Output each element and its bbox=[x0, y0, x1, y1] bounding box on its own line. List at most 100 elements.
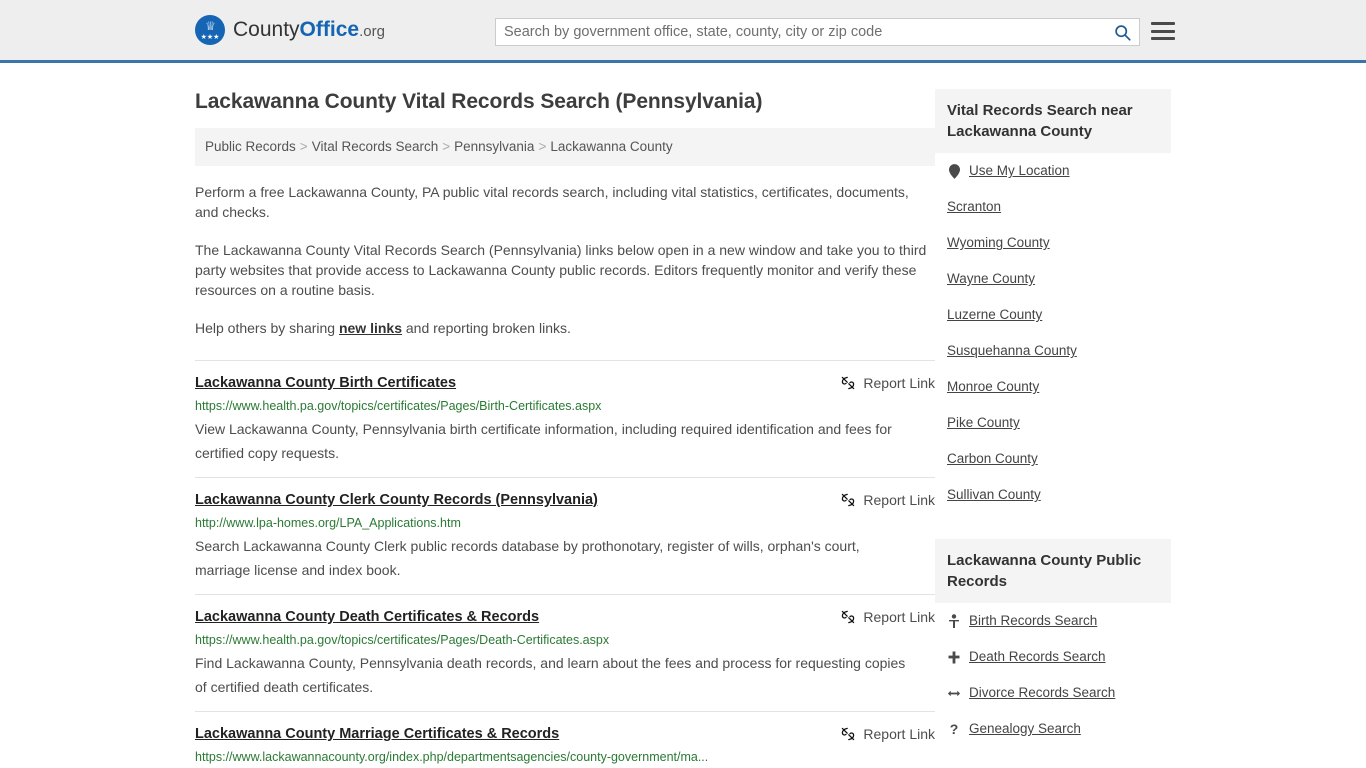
arrows-left-right-icon bbox=[947, 688, 961, 699]
report-link-label: Report Link bbox=[863, 609, 935, 625]
search-bar[interactable] bbox=[495, 18, 1140, 46]
county-office-seal-icon: ♕ ★★★ bbox=[195, 15, 225, 45]
sidebar-item-birth-records-search[interactable]: Birth Records Search bbox=[935, 603, 1171, 639]
sidebar-link-wayne-county[interactable]: Wayne County bbox=[947, 270, 1035, 288]
intro-p3-before: Help others by sharing bbox=[195, 320, 339, 336]
broken-link-icon bbox=[842, 610, 855, 624]
breadcrumb-item-0[interactable]: Public Records bbox=[205, 139, 296, 154]
sidebar-link-death-records-search[interactable]: Death Records Search bbox=[969, 648, 1106, 666]
sidebar: Vital Records Search near Lackawanna Cou… bbox=[935, 63, 1171, 768]
sidebar-item-sullivan-county[interactable]: Sullivan County bbox=[935, 477, 1171, 513]
sidebar-link-carbon-county[interactable]: Carbon County bbox=[947, 450, 1038, 468]
sidebar-link-monroe-county[interactable]: Monroe County bbox=[947, 378, 1039, 396]
sidebar-item-divorce-records-search[interactable]: Divorce Records Search bbox=[935, 675, 1171, 711]
sidebar-list-nearby: Use My Location Scranton Wyoming County … bbox=[935, 153, 1171, 513]
breadcrumb-separator-1: > bbox=[442, 139, 451, 154]
result-item: Lackawanna County Death Certificates & R… bbox=[195, 594, 935, 711]
intro-section: Perform a free Lackawanna County, PA pub… bbox=[195, 182, 935, 338]
sidebar-link-birth-records-search[interactable]: Birth Records Search bbox=[969, 612, 1097, 630]
broken-link-icon bbox=[842, 727, 855, 741]
report-link-label: Report Link bbox=[863, 726, 935, 742]
result-url: https://www.lackawannacounty.org/index.p… bbox=[195, 750, 709, 764]
result-item: Lackawanna County Birth Certificates Rep… bbox=[195, 360, 935, 477]
map-pin-icon bbox=[947, 163, 961, 179]
baby-icon bbox=[947, 614, 961, 628]
result-title-link[interactable]: Lackawanna County Clerk County Records (… bbox=[195, 491, 598, 510]
result-item: Lackawanna County Marriage Certificates … bbox=[195, 711, 935, 768]
sidebar-item-carbon-county[interactable]: Carbon County bbox=[935, 441, 1171, 477]
result-description: View Lackawanna County, Pennsylvania bir… bbox=[195, 421, 892, 461]
breadcrumb-item-2[interactable]: Pennsylvania bbox=[454, 139, 534, 154]
sidebar-item-scranton[interactable]: Scranton bbox=[935, 189, 1171, 225]
results-list: Lackawanna County Birth Certificates Rep… bbox=[195, 360, 935, 768]
stars-glyph: ★★★ bbox=[200, 34, 220, 41]
report-link-button[interactable]: Report Link bbox=[840, 608, 935, 626]
sidebar-item-wyoming-county[interactable]: Wyoming County bbox=[935, 225, 1171, 261]
breadcrumb-item-3[interactable]: Lackawanna County bbox=[550, 139, 672, 154]
intro-paragraph-2: The Lackawanna County Vital Records Sear… bbox=[195, 242, 927, 298]
breadcrumb-item-1[interactable]: Vital Records Search bbox=[312, 139, 439, 154]
sidebar-card-nearby: Vital Records Search near Lackawanna Cou… bbox=[935, 89, 1171, 513]
page-title: Lackawanna County Vital Records Search (… bbox=[195, 90, 763, 113]
broken-link-icon bbox=[842, 376, 855, 390]
sidebar-item-death-records-search[interactable]: Death Records Search bbox=[935, 639, 1171, 675]
intro-paragraph-3: Help others by sharing new links and rep… bbox=[195, 318, 935, 338]
sidebar-link-genealogy-search[interactable]: Genealogy Search bbox=[969, 720, 1081, 738]
sidebar-item-genealogy-search[interactable]: ? Genealogy Search bbox=[935, 711, 1171, 747]
sidebar-list-public-records: Birth Records Search Death Records Searc… bbox=[935, 603, 1171, 747]
new-links-link[interactable]: new links bbox=[339, 320, 402, 336]
sidebar-link-luzerne-county[interactable]: Luzerne County bbox=[947, 306, 1042, 324]
sidebar-link-divorce-records-search[interactable]: Divorce Records Search bbox=[969, 684, 1115, 702]
cross-icon bbox=[947, 651, 961, 664]
sidebar-heading-public-records: Lackawanna County Public Records bbox=[935, 539, 1171, 603]
result-url: https://www.health.pa.gov/topics/certifi… bbox=[195, 633, 610, 647]
result-url: https://www.health.pa.gov/topics/certifi… bbox=[195, 399, 602, 413]
site-logo-link[interactable]: ♕ ★★★ CountyOffice.org bbox=[195, 15, 385, 45]
hamburger-menu-icon[interactable] bbox=[1151, 21, 1175, 41]
report-link-label: Report Link bbox=[863, 375, 935, 391]
sidebar-heading-nearby: Vital Records Search near Lackawanna Cou… bbox=[935, 89, 1171, 153]
sidebar-item-monroe-county[interactable]: Monroe County bbox=[935, 369, 1171, 405]
brand-part-office: Office bbox=[299, 17, 360, 41]
result-item: Lackawanna County Clerk County Records (… bbox=[195, 477, 935, 594]
result-title-link[interactable]: Lackawanna County Marriage Certificates … bbox=[195, 725, 559, 744]
hamburger-bar-2 bbox=[1151, 29, 1175, 33]
sidebar-link-pike-county[interactable]: Pike County bbox=[947, 414, 1020, 432]
broken-link-icon bbox=[842, 493, 855, 507]
sidebar-link-use-my-location[interactable]: Use My Location bbox=[969, 162, 1070, 180]
result-description: Find Lackawanna County, Pennsylvania dea… bbox=[195, 655, 906, 695]
brand-part-dotorg: .org bbox=[359, 22, 385, 40]
report-link-label: Report Link bbox=[863, 492, 935, 508]
brand-part-county: County bbox=[233, 17, 300, 41]
breadcrumb-separator-2: > bbox=[538, 139, 547, 154]
sidebar-item-susquehanna-county[interactable]: Susquehanna County bbox=[935, 333, 1171, 369]
sidebar-item-pike-county[interactable]: Pike County bbox=[935, 405, 1171, 441]
sidebar-item-wayne-county[interactable]: Wayne County bbox=[935, 261, 1171, 297]
hamburger-bar-1 bbox=[1151, 22, 1175, 25]
main-column: Lackawanna County Vital Records Search (… bbox=[195, 63, 935, 768]
result-title-link[interactable]: Lackawanna County Death Certificates & R… bbox=[195, 608, 539, 627]
intro-paragraph-1: Perform a free Lackawanna County, PA pub… bbox=[195, 184, 909, 220]
sidebar-item-use-my-location[interactable]: Use My Location bbox=[935, 153, 1171, 189]
result-title-link[interactable]: Lackawanna County Birth Certificates bbox=[195, 374, 456, 393]
report-link-button[interactable]: Report Link bbox=[840, 491, 935, 509]
sidebar-card-public-records: Lackawanna County Public Records Birth R… bbox=[935, 539, 1171, 747]
intro-p3-after: and reporting broken links. bbox=[402, 320, 571, 336]
question-mark-icon: ? bbox=[949, 721, 959, 737]
breadcrumb-separator-0: > bbox=[299, 139, 308, 154]
breadcrumb: Public Records > Vital Records Search > Penn… bbox=[195, 128, 935, 166]
result-description: Search Lackawanna County Clerk public re… bbox=[195, 538, 860, 578]
report-link-button[interactable]: Report Link bbox=[840, 374, 935, 392]
sidebar-link-susquehanna-county[interactable]: Susquehanna County bbox=[947, 342, 1077, 360]
search-input[interactable] bbox=[496, 19, 1105, 45]
sidebar-link-scranton[interactable]: Scranton bbox=[947, 198, 1001, 216]
report-link-button[interactable]: Report Link bbox=[840, 725, 935, 743]
sidebar-link-wyoming-county[interactable]: Wyoming County bbox=[947, 234, 1050, 252]
brand-wordmark: CountyOffice.org bbox=[233, 19, 385, 42]
search-button[interactable] bbox=[1105, 19, 1139, 45]
sidebar-link-sullivan-county[interactable]: Sullivan County bbox=[947, 486, 1041, 504]
search-icon bbox=[1114, 24, 1131, 41]
hamburger-bar-3 bbox=[1151, 37, 1175, 40]
sidebar-item-luzerne-county[interactable]: Luzerne County bbox=[935, 297, 1171, 333]
page-container: Lackawanna County Vital Records Search (… bbox=[0, 63, 1366, 768]
